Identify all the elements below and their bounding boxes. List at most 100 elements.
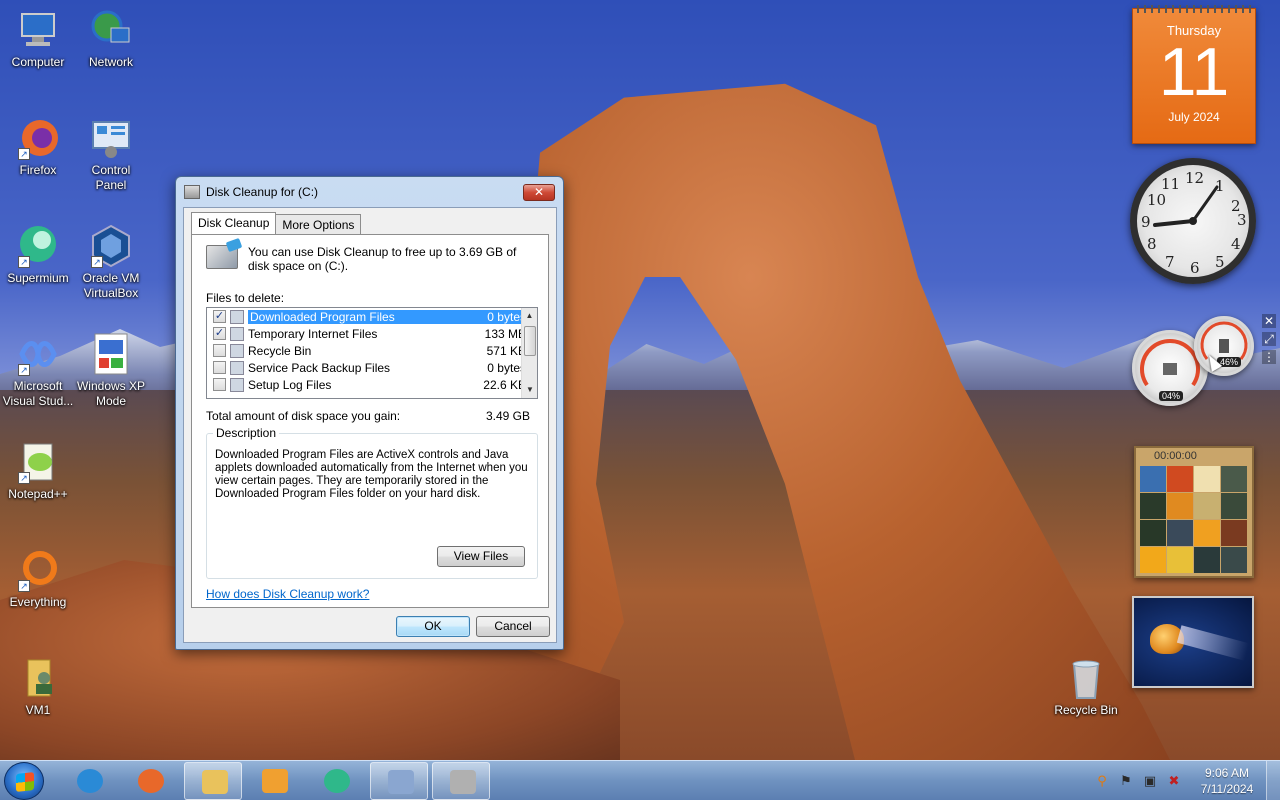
drive-icon <box>450 770 476 794</box>
computer-icon <box>16 8 60 52</box>
puzzle-grid[interactable] <box>1140 466 1248 573</box>
desktop-icon-control-panel[interactable]: Control Panel <box>73 116 149 193</box>
file-row[interactable]: Setup Log Files 22.6 KB <box>207 376 537 393</box>
files-scrollbar[interactable]: ▲ ▼ <box>521 308 537 398</box>
taskbar-disk-cleanup[interactable] <box>370 762 428 800</box>
file-row[interactable]: ✓ Downloaded Program Files 0 bytes <box>207 308 537 325</box>
volume-muted-icon[interactable]: ✖ <box>1166 773 1182 789</box>
taskbar-internet-explorer[interactable] <box>60 762 118 800</box>
desktop-icon-virtualbox[interactable]: ↗ Oracle VM VirtualBox <box>73 224 149 301</box>
puzzle-tile[interactable] <box>1167 547 1193 573</box>
taskbar-firefox[interactable] <box>121 762 179 800</box>
puzzle-tile[interactable] <box>1167 466 1193 492</box>
puzzle-tile[interactable] <box>1194 547 1220 573</box>
file-row[interactable]: ✓ Temporary Internet Files 133 MB <box>207 325 537 342</box>
puzzle-tile[interactable] <box>1221 493 1247 519</box>
clock-gadget[interactable]: 12 1 2 3 4 5 6 7 8 9 10 11 <box>1130 158 1256 284</box>
file-checkbox[interactable] <box>213 344 226 357</box>
action-center-flag-icon[interactable]: ⚑ <box>1118 773 1134 789</box>
search-icon[interactable]: ⚲ <box>1094 773 1110 789</box>
desktop-icon-notepadpp[interactable]: ↗ Notepad++ <box>0 440 76 502</box>
network-tray-icon[interactable]: ▣ <box>1142 773 1158 789</box>
drive-cleanup-icon <box>206 245 238 269</box>
gadget-resize-icon[interactable]: ⤢ <box>1262 332 1276 346</box>
desktop-icon-vm1[interactable]: VM1 <box>0 656 76 718</box>
desktop-icon-windows-xp-mode[interactable]: Windows XP Mode <box>73 332 149 409</box>
taskbar-windows-explorer[interactable] <box>184 762 242 800</box>
start-button[interactable] <box>4 762 44 800</box>
puzzle-tile[interactable] <box>1194 466 1220 492</box>
view-files-button[interactable]: View Files <box>437 546 525 567</box>
taskbar-media-player[interactable] <box>245 762 303 800</box>
puzzle-tile[interactable] <box>1221 547 1247 573</box>
document-icon <box>230 377 244 392</box>
file-row[interactable]: Recycle Bin 571 KB <box>207 342 537 359</box>
desktop-icon-firefox[interactable]: ↗ Firefox <box>0 116 76 178</box>
tab-more-options[interactable]: More Options <box>275 214 362 234</box>
memory-meter-gadget[interactable]: 46% <box>1194 316 1254 376</box>
windows-xp-mode-icon <box>89 332 133 376</box>
description-text: Downloaded Program Files are ActiveX con… <box>215 449 528 500</box>
taskbar-drive[interactable] <box>432 762 490 800</box>
ok-button[interactable]: OK <box>396 616 470 637</box>
desktop-icon-label: Network <box>88 55 133 69</box>
desktop-icon-supermium[interactable]: ↗ Supermium <box>0 224 76 286</box>
files-list[interactable]: ✓ Downloaded Program Files 0 bytes ✓ Tem… <box>206 307 538 399</box>
desktop-icon-everything[interactable]: ↗ Everything <box>0 548 76 610</box>
puzzle-tile[interactable] <box>1221 520 1247 546</box>
desktop-icon-computer[interactable]: Computer <box>0 8 76 70</box>
puzzle-tile[interactable] <box>1167 520 1193 546</box>
puzzle-tile[interactable] <box>1194 493 1220 519</box>
file-checkbox[interactable]: ✓ <box>213 327 226 340</box>
slideshow-gadget[interactable] <box>1132 596 1254 688</box>
puzzle-tile[interactable] <box>1221 466 1247 492</box>
puzzle-tile[interactable] <box>1194 520 1220 546</box>
scroll-down-icon[interactable]: ▼ <box>522 382 537 398</box>
dialog-titlebar[interactable]: Disk Cleanup for (C:) <box>176 177 563 207</box>
desktop-icon-recycle-bin[interactable]: Recycle Bin <box>1048 656 1124 718</box>
shortcut-arrow-icon: ↗ <box>18 256 30 268</box>
picture-puzzle-gadget[interactable]: 00:00:00 <box>1134 446 1254 578</box>
scroll-thumb[interactable] <box>524 326 536 356</box>
file-checkbox[interactable] <box>213 361 226 374</box>
file-checkbox[interactable] <box>213 378 226 391</box>
visual-studio-icon: ↗ <box>16 332 60 376</box>
show-desktop-button[interactable] <box>1266 761 1280 800</box>
clock-time: 9:06 AM <box>1204 766 1250 780</box>
cancel-button[interactable]: Cancel <box>476 616 550 637</box>
gadget-close-icon[interactable]: ✕ <box>1262 314 1276 328</box>
help-link[interactable]: How does Disk Cleanup work? <box>206 587 369 601</box>
gadget-drag-handle-icon[interactable]: ⋮ <box>1262 350 1276 364</box>
dialog-title: Disk Cleanup for (C:) <box>206 185 319 199</box>
shortcut-arrow-icon: ↗ <box>18 364 30 376</box>
disk-cleanup-dialog[interactable]: Disk Cleanup for (C:) ✕ Disk Cleanup Mor… <box>175 176 564 650</box>
desktop-icon-visual-studio[interactable]: ↗ Microsoft Visual Stud... <box>0 332 76 409</box>
file-size: 0 bytes <box>476 309 526 324</box>
taskbar-clock[interactable]: 9:06 AM 7/11/2024 <box>1192 765 1262 797</box>
file-checkbox[interactable]: ✓ <box>213 310 226 323</box>
puzzle-tile[interactable] <box>1140 547 1166 573</box>
cpu-percent: 04% <box>1159 391 1184 401</box>
taskbar: ⚲ ⚑ ▣ ✖ 9:06 AM 7/11/2024 <box>0 760 1280 800</box>
virtualbox-icon: ↗ <box>89 224 133 268</box>
desktop-icon-label: Microsoft Visual Stud... <box>2 379 74 408</box>
desktop-icon-network[interactable]: Network <box>73 8 149 70</box>
media-player-icon <box>262 769 288 793</box>
file-name: Service Pack Backup Files <box>248 360 391 375</box>
file-size: 571 KB <box>486 343 526 358</box>
desktop-icon-label: Everything <box>9 595 67 609</box>
taskbar-supermium[interactable] <box>307 762 365 800</box>
puzzle-tile[interactable] <box>1140 520 1166 546</box>
file-row[interactable]: Service Pack Backup Files 0 bytes <box>207 359 537 376</box>
puzzle-tile[interactable] <box>1167 493 1193 519</box>
intro-message: You can use Disk Cleanup to free up to 3… <box>248 245 517 273</box>
description-group: Description Downloaded Program Files are… <box>206 426 538 579</box>
puzzle-tile[interactable] <box>1140 466 1166 492</box>
tab-disk-cleanup[interactable]: Disk Cleanup <box>191 212 277 234</box>
puzzle-tile[interactable] <box>1140 493 1166 519</box>
scroll-up-icon[interactable]: ▲ <box>522 308 537 324</box>
file-name: Recycle Bin <box>248 343 312 358</box>
close-button[interactable]: ✕ <box>523 184 555 201</box>
gadget-toolbar: ✕ ⤢ ⋮ <box>1262 314 1278 368</box>
calendar-gadget[interactable]: Thursday 11 July 2024 <box>1132 5 1256 144</box>
